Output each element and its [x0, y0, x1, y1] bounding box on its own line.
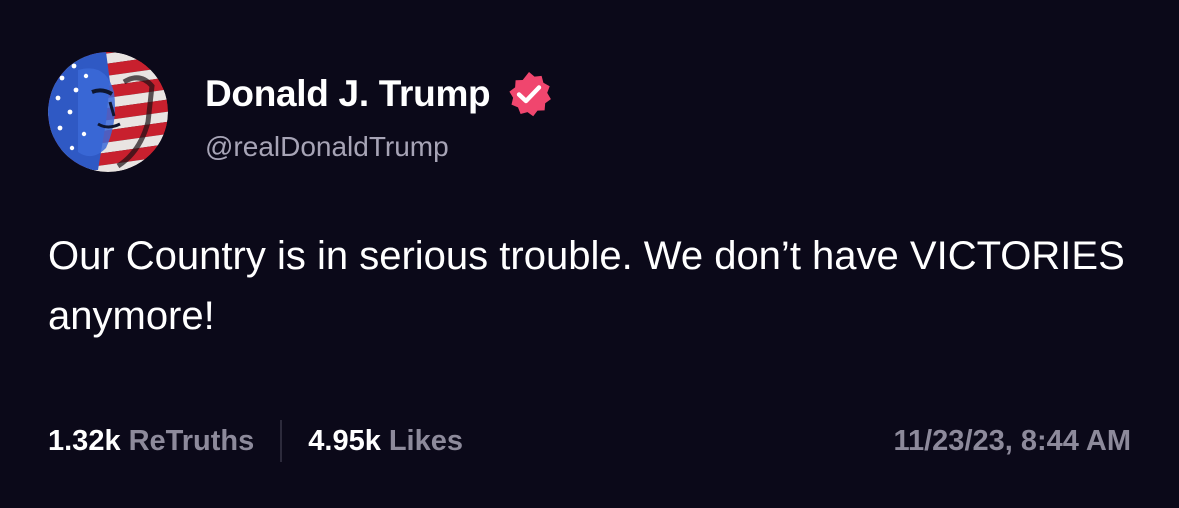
author-handle[interactable]: @realDonaldTrump: [205, 131, 554, 163]
author-info: Donald J. Trump @realDonaldTrump: [205, 70, 554, 163]
flag-portrait-icon: [48, 52, 168, 172]
truth-post: Donald J. Trump @realDonaldTrump Our Cou…: [0, 0, 1179, 508]
author-avatar[interactable]: [48, 52, 168, 172]
post-stats: 1.32k ReTruths 4.95k Likes 11/23/23, 8:44 …: [48, 418, 1131, 464]
post-text: Our Country is in serious trouble. We do…: [48, 234, 1125, 338]
retruths-count: 1.32k: [48, 424, 121, 457]
likes-stat[interactable]: 4.95k Likes: [308, 425, 463, 458]
author-name-row: Donald J. Trump: [205, 70, 554, 118]
retruths-stat[interactable]: 1.32k ReTruths: [48, 425, 254, 458]
post-timestamp[interactable]: 11/23/23, 8:44 AM: [893, 425, 1131, 458]
stats-divider: [280, 420, 283, 462]
verified-badge-icon: [509, 72, 552, 117]
author-display-name[interactable]: Donald J. Trump: [205, 73, 491, 115]
likes-label: Likes: [388, 424, 464, 457]
likes-count: 4.95k: [308, 424, 381, 457]
retruths-label: ReTruths: [128, 424, 255, 457]
